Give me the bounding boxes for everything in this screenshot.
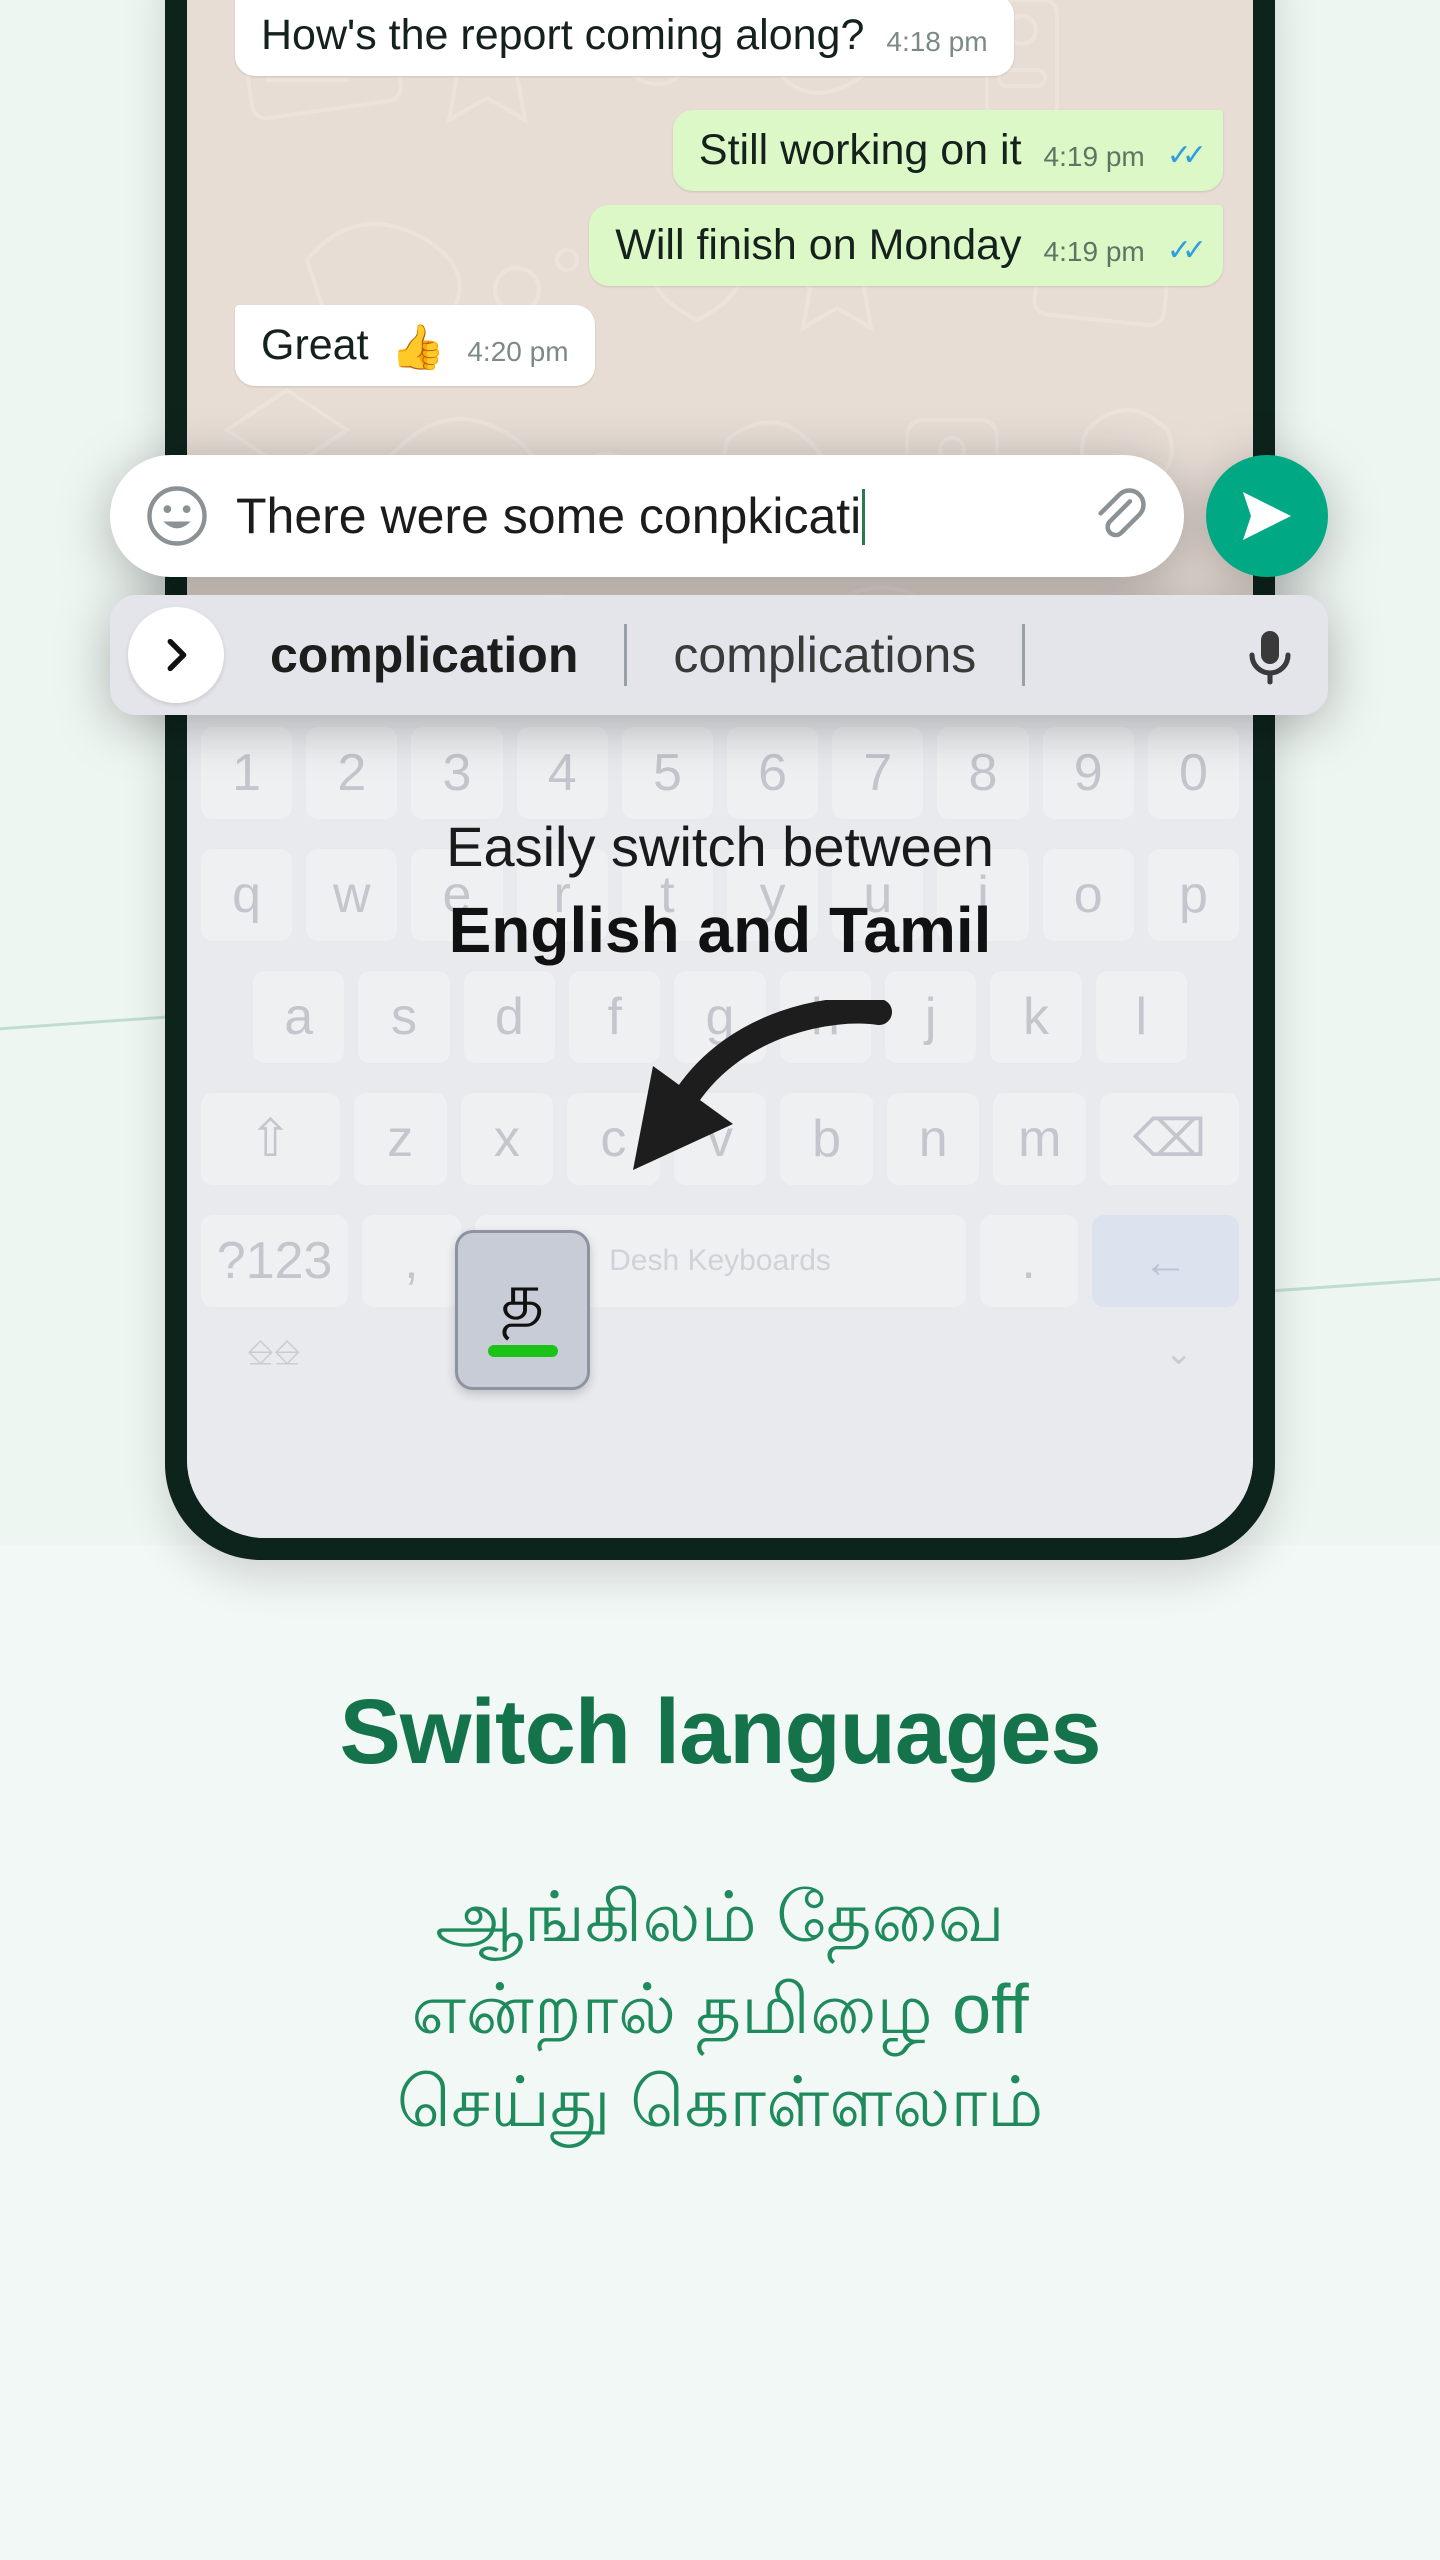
read-receipt-icon: ✓✓ [1166,234,1207,267]
marketing-headline: Switch languages [339,1681,1101,1783]
chat-bubble-outgoing: Will finish on Monday 4:19 pm ✓✓ [589,205,1223,286]
chevron-down-icon[interactable]: ⌄ [1165,1333,1194,1373]
comma-key[interactable]: , [362,1215,461,1307]
key-5[interactable]: 5 [621,727,713,819]
key-s[interactable]: s [358,971,450,1063]
typed-text: There were some conpkicati [236,488,862,544]
key-y[interactable]: y [727,849,819,941]
expand-suggestions-button[interactable] [128,607,224,703]
message-text: Great [261,321,369,369]
tamil-key-glyph: த [501,1259,544,1333]
key-2[interactable]: 2 [306,727,398,819]
message-time: 4:19 pm [1043,141,1145,172]
marketing-sub-line-3: செய்து கொள்ளலாம் [396,2062,1044,2141]
send-arrow-icon [1243,492,1291,540]
composer-row: There were some conpkicati [110,455,1328,577]
key-x[interactable]: x [460,1093,554,1185]
suggestion-bar[interactable]: complication complications c [110,595,1328,715]
backspace-key[interactable]: ⌫ [1100,1093,1239,1185]
key-6[interactable]: 6 [727,727,819,819]
send-button[interactable] [1206,455,1328,577]
message-input-field[interactable]: There were some conpkicati [110,455,1184,577]
chevron-right-icon [167,638,187,672]
suggestion-items: complication complications c [224,624,1216,686]
message-text: Still working on it [698,126,1022,174]
message-time: 4:20 pm [467,336,569,367]
key-z[interactable]: z [353,1093,447,1185]
marketing-subtext: ஆங்கிலம் தேவை என்றால் தமிழை off செய்து க… [0,1871,1440,2148]
period-key[interactable]: . [979,1215,1078,1307]
thumbs-up-emoji: 👍 [390,323,446,372]
phone-mockup: Hey 4:18 pm How's the report coming alon… [165,0,1275,1560]
message-text: How's the report coming along? [261,11,865,59]
key-l[interactable]: l [1095,971,1187,1063]
key-4[interactable]: 4 [516,727,608,819]
read-receipt-icon: ✓✓ [1166,139,1207,172]
marketing-sub-line-1: ஆங்கிலம் தேவை [435,1878,1005,1956]
key-w[interactable]: w [306,849,398,941]
key-t[interactable]: t [621,849,713,941]
key-k[interactable]: k [990,971,1082,1063]
chat-bubble-incoming: Great 👍 4:20 pm [235,305,595,386]
message-time: 4:18 pm [886,26,988,57]
tamil-language-key[interactable]: த [455,1230,590,1390]
message-input-text[interactable]: There were some conpkicati [236,487,1060,545]
key-j[interactable]: j [884,971,977,1063]
key-e[interactable]: e [411,849,503,941]
key-o[interactable]: o [1042,849,1134,941]
key-8[interactable]: 8 [937,727,1029,819]
curved-arrow-icon [633,1000,892,1170]
text-caret [862,489,866,545]
suggestion-item[interactable]: c [1025,626,1071,684]
key-q[interactable]: q [200,849,293,941]
enter-key[interactable]: ← [1091,1215,1239,1307]
phone-screen: Hey 4:18 pm How's the report coming alon… [187,0,1253,1538]
marketing-block: Switch languages ஆங்கிலம் தேவை என்றால் த… [0,1680,1440,2148]
message-time: 4:19 pm [1043,236,1145,267]
marketing-sub-line-2: என்றால் தமிழை off [411,1970,1029,2049]
keyboard-icon[interactable]: ⎒⎒ [247,1334,301,1373]
message-text: Will finish on Monday [615,221,1022,269]
smiley-face-icon[interactable] [144,483,210,549]
key-3[interactable]: 3 [411,727,503,819]
composer-overlay: There were some conpkicati complication … [110,455,1328,715]
chat-bubble-incoming: How's the report coming along? 4:18 pm [235,0,1014,76]
keyboard-bottom-bar: ⎒⎒ ⌄ [187,1307,1253,1373]
microphone-icon[interactable] [1234,619,1306,691]
key-m[interactable]: m [993,1093,1087,1185]
key-d[interactable]: d [463,971,555,1063]
key-a[interactable]: a [253,971,345,1063]
suggestion-item[interactable]: complications [627,626,1022,684]
keyboard-row-numbers: 1 2 3 4 5 6 7 8 9 0 [187,727,1253,819]
tamil-key-active-indicator [487,1345,558,1357]
key-1[interactable]: 1 [200,727,293,819]
suggestion-item[interactable]: complication [224,626,624,684]
key-p[interactable]: p [1147,849,1240,941]
shift-key[interactable]: ⇧ [201,1093,340,1185]
key-9[interactable]: 9 [1042,727,1134,819]
key-r[interactable]: r [516,849,608,941]
chat-bubble-outgoing: Still working on it 4:19 pm ✓✓ [672,110,1223,191]
key-n[interactable]: n [886,1093,980,1185]
keyboard-row-qwerty: q w e r t y u i o p [187,849,1253,941]
paperclip-icon[interactable] [1086,484,1150,548]
key-i[interactable]: i [937,849,1029,941]
key-0[interactable]: 0 [1147,727,1240,819]
symbols-key[interactable]: ?123 [201,1215,349,1307]
key-7[interactable]: 7 [832,727,924,819]
key-u[interactable]: u [832,849,924,941]
